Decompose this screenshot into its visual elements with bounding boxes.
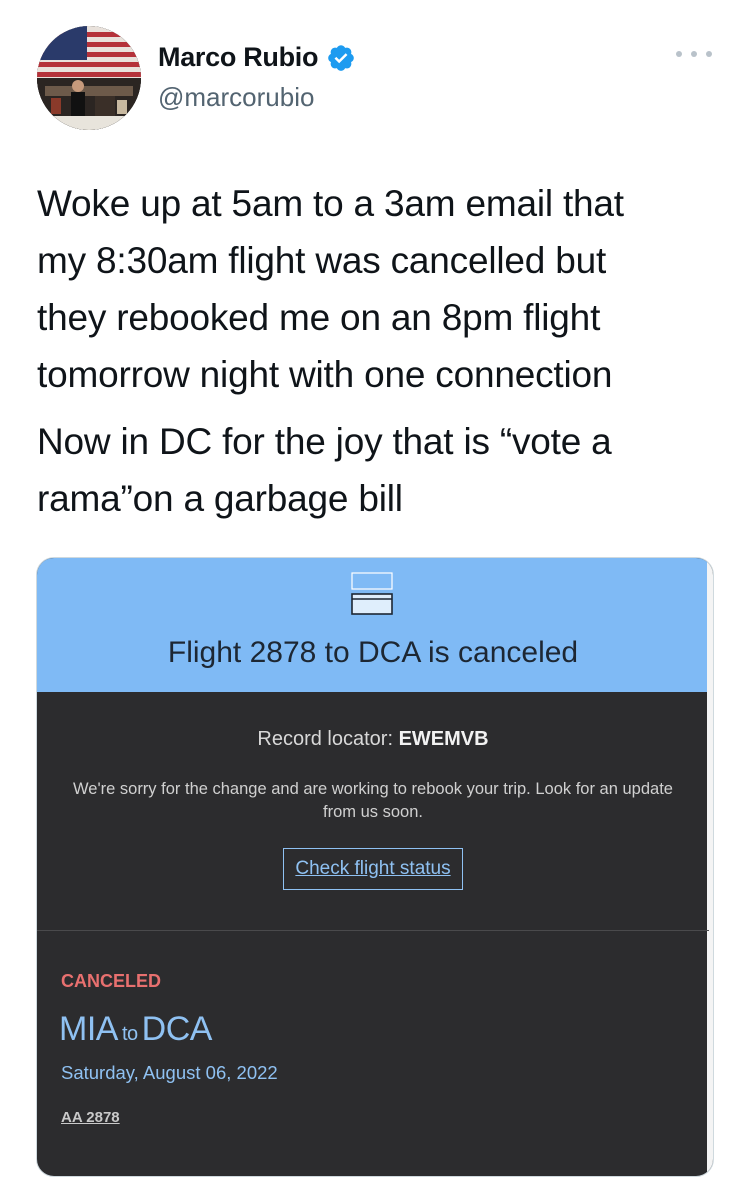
origin-airport: MIA <box>59 1010 118 1048</box>
tweet-page: Marco Rubio @marcorubio Woke up at 5am t… <box>0 0 750 1200</box>
record-locator-value: EWEMVB <box>398 728 489 750</box>
more-dot <box>676 51 682 57</box>
record-locator-label: Record locator: <box>257 728 399 750</box>
tweet-paragraph: Woke up at 5am to a 3am email that my 8:… <box>37 183 624 395</box>
route-to-word: to <box>121 1023 138 1045</box>
check-flight-status-button[interactable]: Check flight status <box>283 848 463 890</box>
email-title: Flight 2878 to DCA is canceled <box>167 636 579 669</box>
more-dot <box>691 51 697 57</box>
email-edge <box>707 558 713 1176</box>
flight-number-link[interactable]: AA 2878 <box>61 1109 120 1126</box>
tweet-media-image[interactable]: Flight 2878 to DCA is canceled Record lo… <box>36 557 714 1177</box>
flight-date: Saturday, August 06, 2022 <box>61 1062 278 1083</box>
author-display-name[interactable]: Marco Rubio <box>158 42 319 73</box>
divider <box>37 930 709 931</box>
tweet-paragraph: Now in DC for the joy that is “vote a ra… <box>37 421 612 519</box>
author-name[interactable]: Marco Rubio <box>158 42 356 73</box>
avatar[interactable] <box>37 26 141 130</box>
more-dot <box>706 51 712 57</box>
flight-route: MIA to DCA <box>59 1010 212 1049</box>
avatar-image <box>37 26 141 130</box>
tweet-text: Woke up at 5am to a 3am email that my 8:… <box>37 175 727 527</box>
more-options-icon[interactable] <box>676 42 712 66</box>
email-header: Flight 2878 to DCA is canceled <box>37 558 709 692</box>
email-message: We're sorry for the change and are worki… <box>73 780 673 821</box>
destination-airport: DCA <box>141 1010 213 1048</box>
verified-badge-icon <box>328 44 355 71</box>
canceled-status-label: CANCELED <box>61 971 162 991</box>
author-handle[interactable]: @marcorubio <box>158 82 314 113</box>
broken-image-icon <box>351 572 393 615</box>
record-locator: Record locator: EWEMVB <box>37 728 709 751</box>
